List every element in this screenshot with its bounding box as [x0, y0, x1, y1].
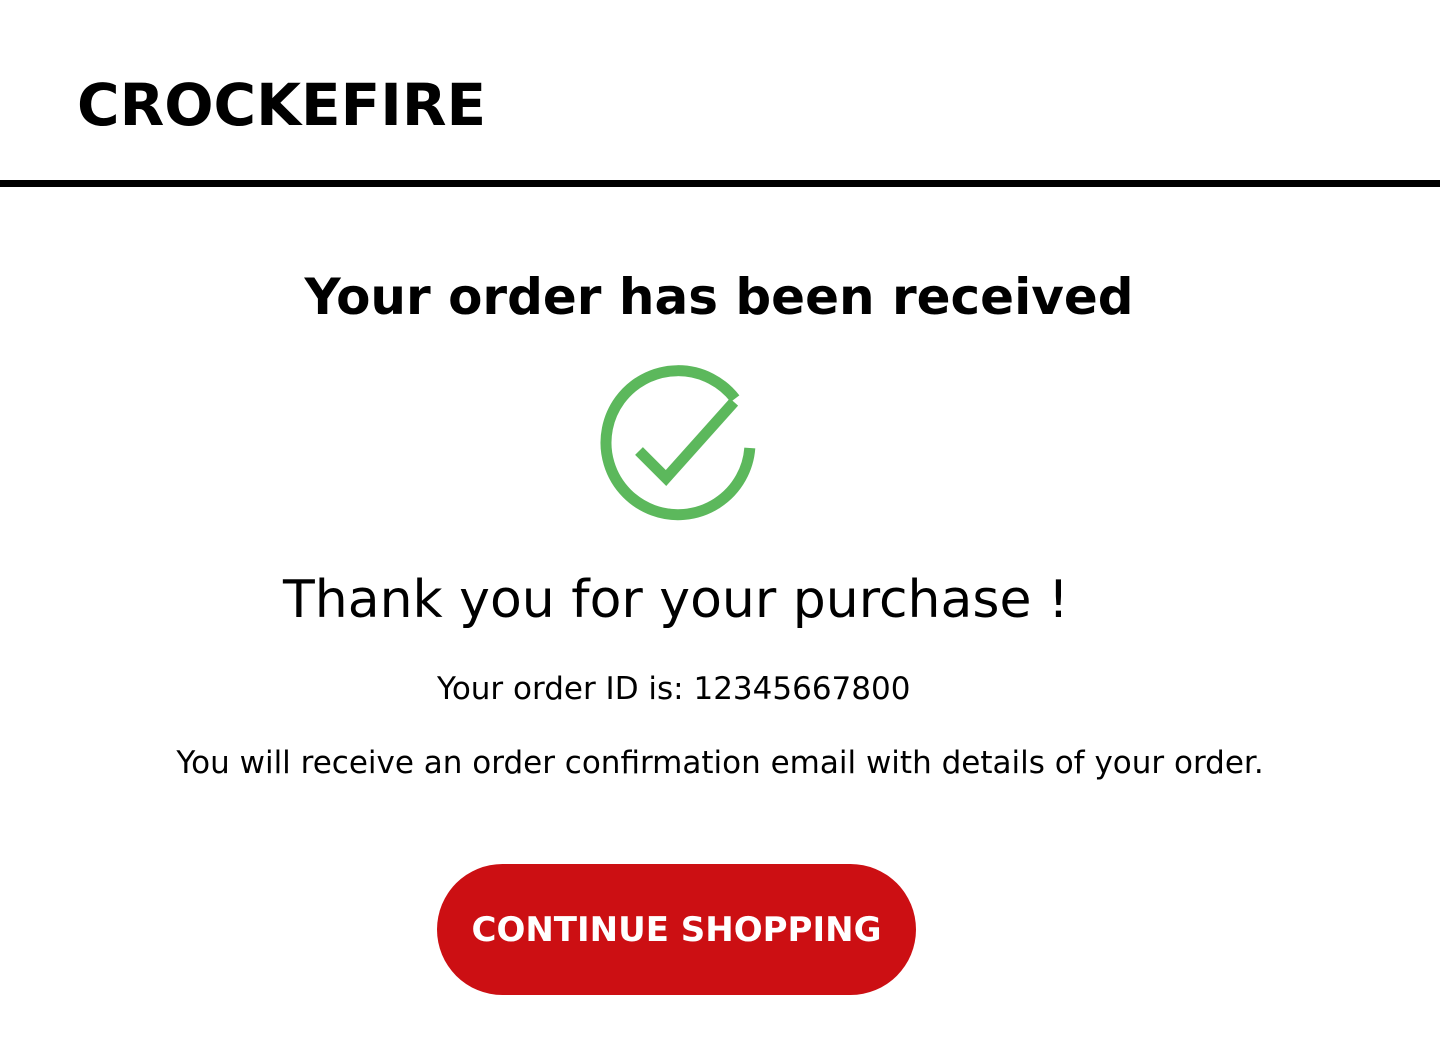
site-header: CROCKEFIRE: [0, 0, 1440, 182]
page-title: Your order has been received: [304, 268, 1134, 326]
check-circle-icon: [592, 360, 762, 530]
email-notice: You will receive an order confirmation e…: [176, 745, 1264, 781]
thank-you-message: Thank you for your purchase !: [283, 570, 1069, 630]
header-divider: [0, 180, 1440, 187]
order-id-line: Your order ID is: 12345667800: [437, 668, 910, 710]
continue-shopping-button[interactable]: CONTINUE SHOPPING: [437, 864, 916, 995]
order-confirmation-page: CROCKEFIRE Your order has been received …: [0, 0, 1440, 1040]
brand-logo[interactable]: CROCKEFIRE: [77, 70, 486, 140]
order-id-value: 12345667800: [693, 671, 911, 707]
order-id-label: Your order ID is:: [437, 671, 684, 707]
